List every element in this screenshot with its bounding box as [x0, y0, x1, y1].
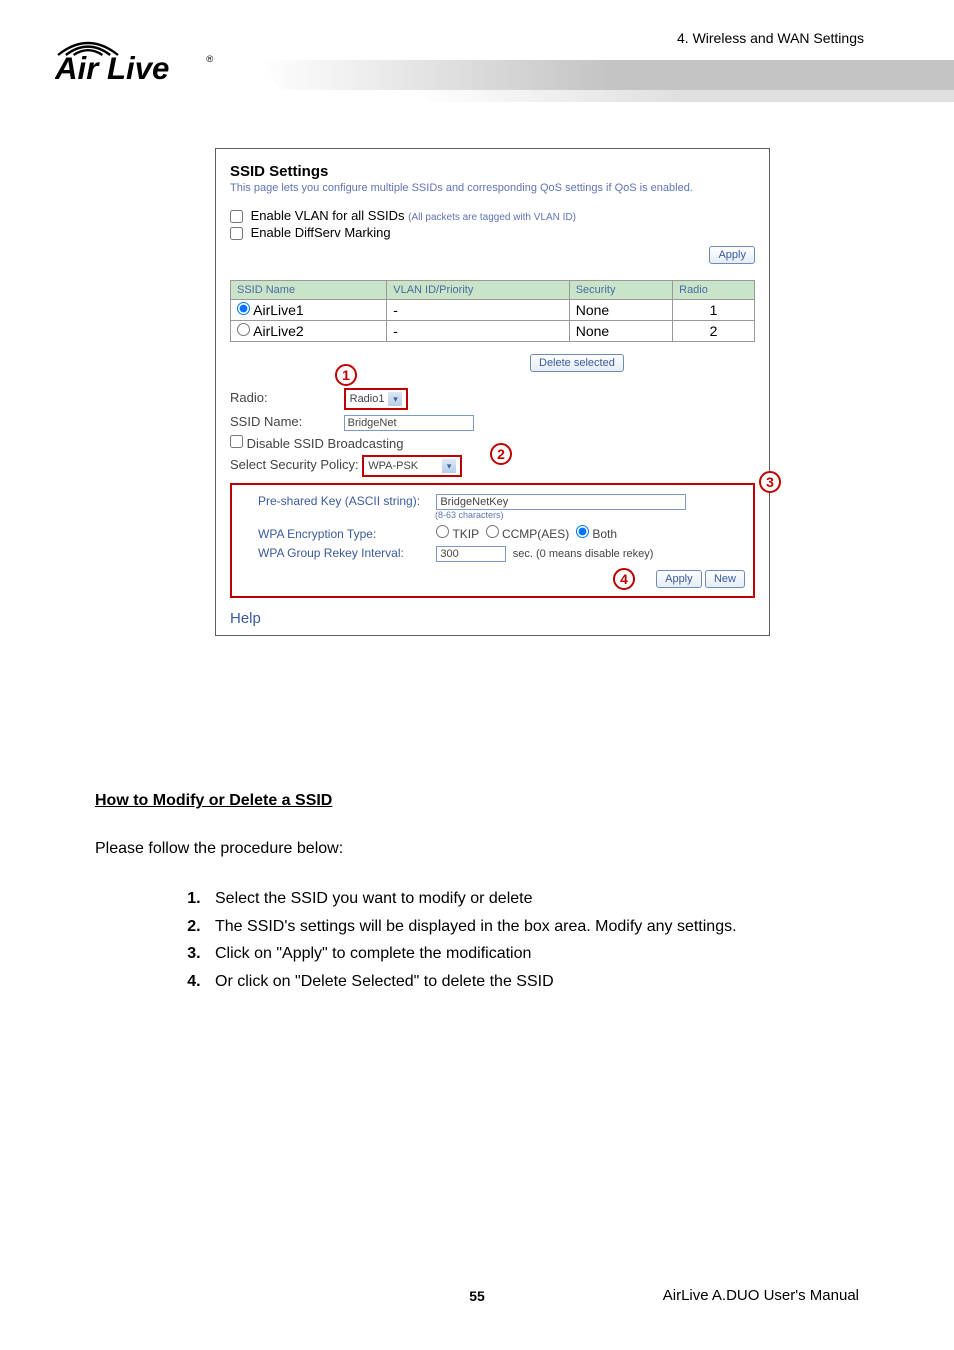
ssid-table: SSID Name VLAN ID/Priority Security Radi…	[230, 280, 755, 342]
ssid-name-label: SSID Name:	[230, 414, 340, 429]
panel-description: This page lets you configure multiple SS…	[230, 182, 755, 194]
disable-broadcast-checkbox[interactable]	[230, 435, 243, 448]
col-security: Security	[569, 281, 672, 300]
page-header: Air Live ® 4. Wireless and WAN Settings	[0, 0, 954, 110]
table-row[interactable]: AirLive1 - None 1	[231, 300, 755, 321]
svg-text:Air Live: Air Live	[55, 51, 169, 86]
table-row[interactable]: AirLive2 - None 2	[231, 321, 755, 342]
step-item: Click on "Apply" to complete the modific…	[205, 940, 864, 968]
enc-ccmp-radio[interactable]	[486, 525, 499, 538]
ssid-name-input[interactable]: BridgeNet	[344, 415, 474, 431]
ssid-row-security: None	[569, 321, 672, 342]
panel-title: SSID Settings	[230, 163, 755, 180]
ssid-row-radio-num: 2	[673, 321, 755, 342]
delete-selected-button[interactable]: Delete selected	[530, 354, 624, 372]
ssid-row-name: AirLive1	[253, 302, 304, 318]
intro-text: Please follow the procedure below:	[95, 838, 864, 860]
apply-button-top[interactable]: Apply	[709, 246, 755, 264]
svg-text:®: ®	[206, 54, 213, 65]
ssid-row-radio-num: 1	[673, 300, 755, 321]
chevron-down-icon: ▾	[388, 392, 402, 406]
manual-title: AirLive A.DUO User's Manual	[663, 1287, 859, 1304]
header-gradient-2	[414, 90, 954, 102]
step-item: Select the SSID you want to modify or de…	[205, 885, 864, 913]
steps-list: Select the SSID you want to modify or de…	[205, 885, 864, 995]
enable-vlan-row: Enable VLAN for all SSIDs (All packets a…	[230, 208, 755, 223]
enable-vlan-checkbox[interactable]	[230, 210, 243, 223]
callout-4: 4	[613, 568, 635, 590]
col-vlan: VLAN ID/Priority	[387, 281, 569, 300]
new-button[interactable]: New	[705, 570, 745, 588]
section-breadcrumb: 4. Wireless and WAN Settings	[677, 30, 864, 46]
radio-label: Radio:	[230, 390, 340, 405]
chevron-down-icon: ▾	[442, 459, 456, 473]
ssid-row-radio[interactable]	[237, 323, 250, 336]
enable-diffserv-label: Enable DiffServ Marking	[251, 225, 391, 240]
disable-broadcast-label: Disable SSID Broadcasting	[247, 436, 404, 451]
help-link[interactable]: Help	[230, 610, 261, 627]
radio-select-value: Radio1	[350, 393, 385, 405]
ssid-row-vlan: -	[387, 321, 569, 342]
ssid-table-header-row: SSID Name VLAN ID/Priority Security Radi…	[231, 281, 755, 300]
psk-input[interactable]: BridgeNetKey	[436, 494, 686, 510]
enc-label: WPA Encryption Type:	[258, 527, 433, 541]
col-ssid-name: SSID Name	[231, 281, 387, 300]
step-item: The SSID's settings will be displayed in…	[205, 913, 864, 941]
ssid-row-name: AirLive2	[253, 323, 304, 339]
rekey-label: WPA Group Rekey Interval:	[258, 546, 433, 560]
psk-label: Pre-shared Key (ASCII string):	[258, 494, 433, 508]
ssid-row-radio[interactable]	[237, 302, 250, 315]
enable-diffserv-row: Enable DiffServ Marking	[230, 225, 755, 240]
callout-1: 1	[335, 364, 357, 386]
apply-button-bottom[interactable]: Apply	[656, 570, 702, 588]
callout-2: 2	[490, 443, 512, 465]
wpa-settings-box: 3 Pre-shared Key (ASCII string): BridgeN…	[230, 483, 755, 598]
how-to-heading: How to Modify or Delete a SSID	[95, 790, 864, 812]
ssid-row-security: None	[569, 300, 672, 321]
enc-both-radio[interactable]	[576, 525, 589, 538]
col-radio: Radio	[673, 281, 755, 300]
enable-diffserv-checkbox[interactable]	[230, 227, 243, 240]
security-policy-value: WPA-PSK	[368, 460, 418, 472]
step-item: Or click on "Delete Selected" to delete …	[205, 968, 864, 996]
security-policy-select[interactable]: WPA-PSK ▾	[362, 455, 462, 477]
airlive-logo: Air Live ®	[55, 28, 235, 93]
enable-vlan-note: (All packets are tagged with VLAN ID)	[408, 212, 576, 223]
psk-note: (8-63 characters)	[435, 510, 745, 520]
rekey-input[interactable]: 300	[436, 546, 506, 562]
header-gradient-1	[260, 60, 954, 90]
document-body: How to Modify or Delete a SSID Please fo…	[95, 790, 864, 996]
security-policy-label: Select Security Policy:	[230, 457, 359, 472]
ssid-settings-panel: SSID Settings This page lets you configu…	[215, 148, 770, 636]
ssid-row-vlan: -	[387, 300, 569, 321]
radio-select[interactable]: Radio1 ▾	[344, 388, 409, 410]
enc-tkip-radio[interactable]	[436, 525, 449, 538]
enable-vlan-label: Enable VLAN for all SSIDs	[251, 208, 405, 223]
callout-3: 3	[759, 471, 781, 493]
